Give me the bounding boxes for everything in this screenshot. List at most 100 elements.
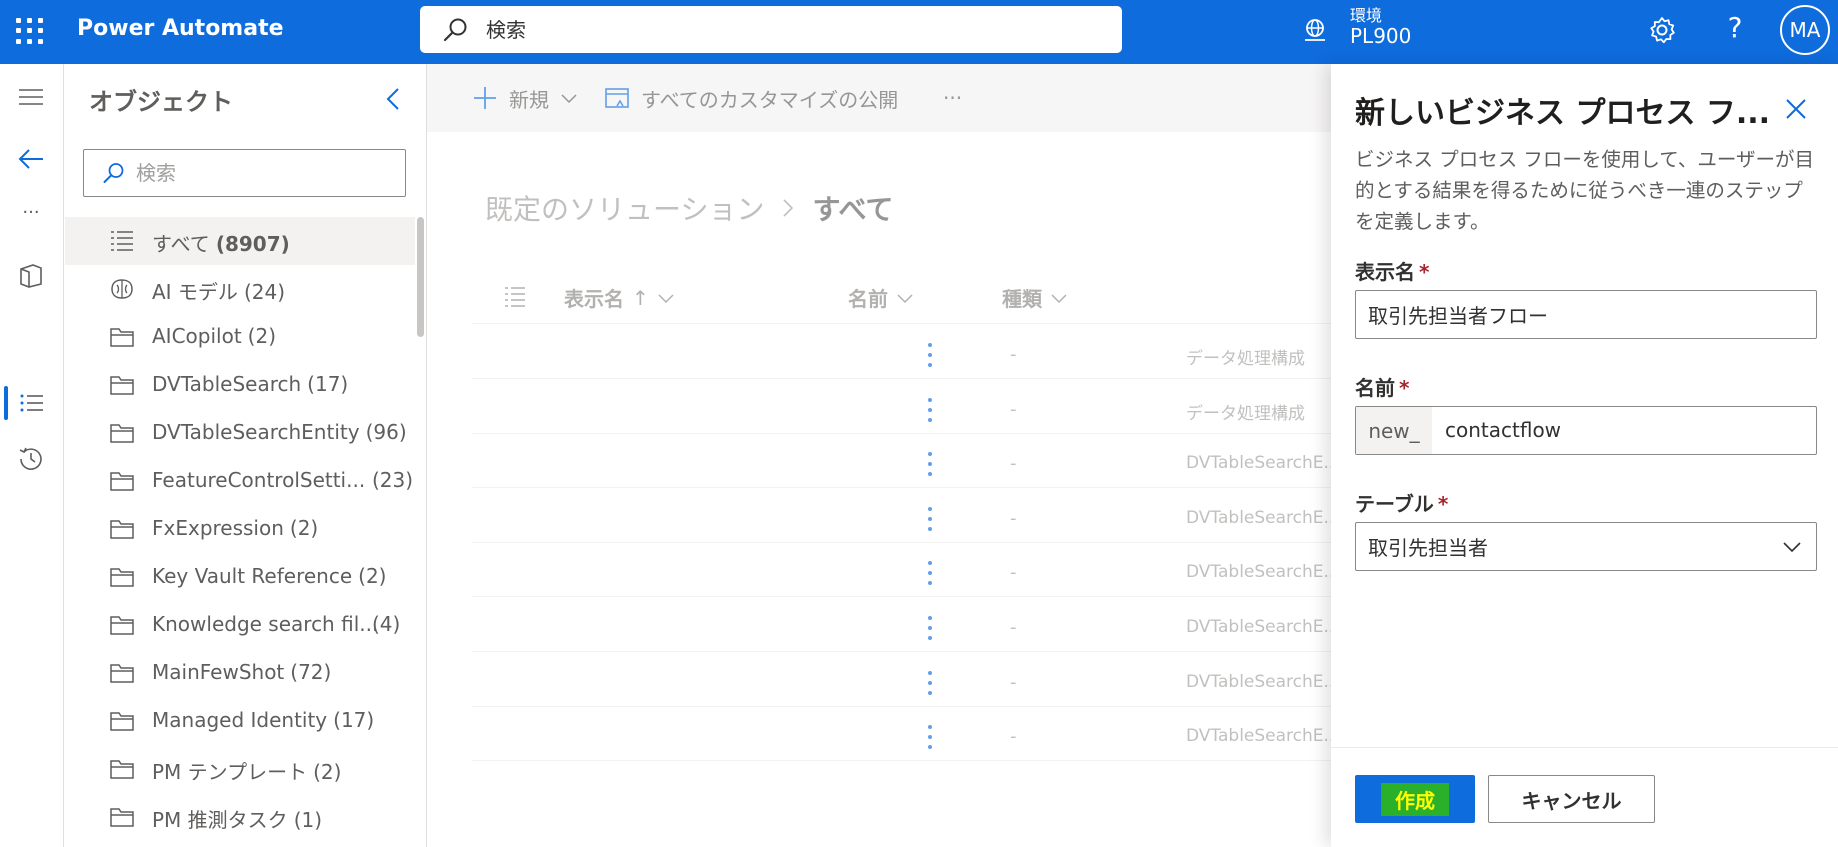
required-marker: * xyxy=(1437,492,1449,516)
object-item-count: (4) xyxy=(372,612,401,636)
environment-name[interactable]: PL900 xyxy=(1350,24,1411,48)
hamburger-menu-icon[interactable] xyxy=(16,82,46,112)
column-options-icon[interactable] xyxy=(502,283,528,309)
chevron-down-icon xyxy=(561,94,577,104)
row-name: - xyxy=(1010,617,1017,638)
table-dropdown-value: 取引先担当者 xyxy=(1368,536,1488,560)
row-type: DVTableSearchE... xyxy=(1186,617,1340,637)
object-item[interactable]: FxExpression (2) xyxy=(65,505,415,553)
global-search-input[interactable] xyxy=(486,15,1086,45)
object-item[interactable]: DVTableSearch (17) xyxy=(65,361,415,409)
table-row[interactable]: -データ処理構成は xyxy=(472,379,1357,434)
object-item[interactable]: Knowledge search fil... (4) xyxy=(65,601,415,649)
name-label: 名前 * xyxy=(1355,372,1409,401)
settings-gear-icon[interactable] xyxy=(1647,15,1677,45)
row-more-options-icon[interactable] xyxy=(927,724,933,750)
row-more-options-icon[interactable] xyxy=(927,615,933,641)
sort-ascending-icon: ↑ xyxy=(632,285,649,310)
object-item-count: (2) xyxy=(289,516,319,540)
object-item[interactable]: PM 推測タスク (1) xyxy=(65,793,415,841)
rail-active-indicator xyxy=(4,386,8,420)
history-icon[interactable] xyxy=(16,444,46,474)
object-item[interactable]: Managed Identity (17) xyxy=(65,697,415,745)
table-row[interactable]: -DVTableSearchE...い xyxy=(472,433,1357,489)
top-bar: Power Automate 環境 PL900 ? MA xyxy=(0,0,1838,64)
display-name-label-text: 表示名 xyxy=(1355,260,1415,284)
row-more-options-icon[interactable] xyxy=(927,560,933,586)
table-row[interactable]: -DVTableSearchE...い xyxy=(472,706,1357,762)
object-item-label: AI モデル (24) xyxy=(152,276,285,305)
breadcrumb-parent[interactable]: 既定のソリューション xyxy=(485,188,764,228)
folder-icon xyxy=(109,373,135,397)
environment-icon[interactable] xyxy=(1302,17,1328,43)
search-icon xyxy=(103,163,124,183)
object-item[interactable]: FeatureControlSetti... (23) xyxy=(65,457,415,505)
column-header-display-name[interactable]: 表示名 ↑ xyxy=(564,283,675,312)
folder-icon xyxy=(109,613,135,637)
object-item[interactable]: DVTableSearchEntity (96) xyxy=(65,409,415,457)
chevron-down-icon xyxy=(897,293,913,303)
display-name-field[interactable]: 取引先担当者フロー xyxy=(1355,290,1817,339)
folder-icon xyxy=(109,565,135,589)
row-more-options-icon[interactable] xyxy=(927,342,933,368)
name-value[interactable]: contactflow xyxy=(1445,418,1561,442)
column-header-type[interactable]: 種類 xyxy=(1002,283,1068,312)
name-label-text: 名前 xyxy=(1355,376,1395,400)
chevron-down-icon xyxy=(1783,542,1801,553)
row-more-options-icon[interactable] xyxy=(927,451,933,477)
object-item[interactable]: Key Vault Reference (2) xyxy=(65,553,415,601)
objects-search-input[interactable] xyxy=(136,160,396,186)
object-item-label: PM 推測タスク (1) xyxy=(152,804,322,833)
object-item-count: (17) xyxy=(307,372,349,396)
book-icon[interactable] xyxy=(16,260,46,290)
list-view-icon[interactable] xyxy=(16,388,46,418)
table-dropdown[interactable]: 取引先担当者 xyxy=(1355,522,1817,571)
column-header-name[interactable]: 名前 xyxy=(848,283,914,312)
object-item-label: AICopilot (2) xyxy=(152,324,276,348)
object-item-label: Knowledge search fil... xyxy=(152,612,378,636)
help-icon[interactable]: ? xyxy=(1720,11,1750,44)
user-avatar[interactable]: MA xyxy=(1780,5,1830,55)
object-item-text: DVTableSearchEntity xyxy=(152,420,360,444)
global-search[interactable] xyxy=(420,6,1122,53)
object-item[interactable]: MainFewShot (72) xyxy=(65,649,415,697)
table-row[interactable]: -DVTableSearchE...い xyxy=(472,488,1357,543)
objects-scrollbar[interactable] xyxy=(417,217,424,337)
app-title[interactable]: Power Automate xyxy=(77,16,284,41)
object-item-text: すべて xyxy=(152,232,210,256)
folder-icon xyxy=(109,469,135,493)
back-arrow-icon[interactable] xyxy=(16,144,46,174)
row-more-options-icon[interactable] xyxy=(927,670,933,696)
object-item[interactable]: AI モデル (24) xyxy=(65,265,415,313)
breadcrumb-current: すべて xyxy=(812,193,894,226)
name-field[interactable]: new_ contactflow xyxy=(1355,406,1817,455)
row-name: - xyxy=(1010,344,1017,365)
object-item[interactable]: すべて (8907) xyxy=(65,217,415,265)
new-button[interactable]: 新規 xyxy=(471,83,579,113)
row-type: DVTableSearchE... xyxy=(1186,726,1340,747)
objects-title: オブジェクト xyxy=(89,88,233,116)
object-item-label: Managed Identity (17) xyxy=(152,708,374,732)
object-item-label: DVTableSearchEntity (96) xyxy=(152,420,407,444)
close-icon[interactable] xyxy=(1783,96,1809,122)
row-more-options-icon[interactable] xyxy=(927,506,933,532)
table-row[interactable]: -DVTableSearchE...い xyxy=(472,597,1357,652)
more-commands-button[interactable]: ··· xyxy=(943,83,962,113)
cancel-button[interactable]: キャンセル xyxy=(1488,775,1655,823)
folder-icon xyxy=(109,805,135,829)
objects-search[interactable] xyxy=(83,149,406,197)
app-launcher-icon[interactable] xyxy=(14,16,44,46)
more-options-icon[interactable]: ··· xyxy=(16,204,46,234)
collapse-panel-chevron-icon[interactable] xyxy=(381,86,407,112)
object-item-text: DVTableSearch xyxy=(152,372,302,396)
object-item[interactable]: AICopilot (2) xyxy=(65,313,415,361)
object-item-text: PM テンプレート xyxy=(152,760,308,784)
row-more-options-icon[interactable] xyxy=(927,397,933,423)
table-row[interactable]: -DVTableSearchE...は xyxy=(472,542,1357,598)
publish-all-button[interactable]: すべてのカスタマイズの公開 xyxy=(603,83,898,113)
create-button[interactable]: 作成 xyxy=(1355,775,1475,823)
row-type: DVTableSearchE... xyxy=(1186,453,1340,474)
object-item[interactable]: PM テンプレート (2) xyxy=(65,745,415,793)
table-row[interactable]: -DVTableSearchE...い xyxy=(472,652,1357,707)
table-row[interactable]: -データ処理構成は xyxy=(472,324,1357,379)
